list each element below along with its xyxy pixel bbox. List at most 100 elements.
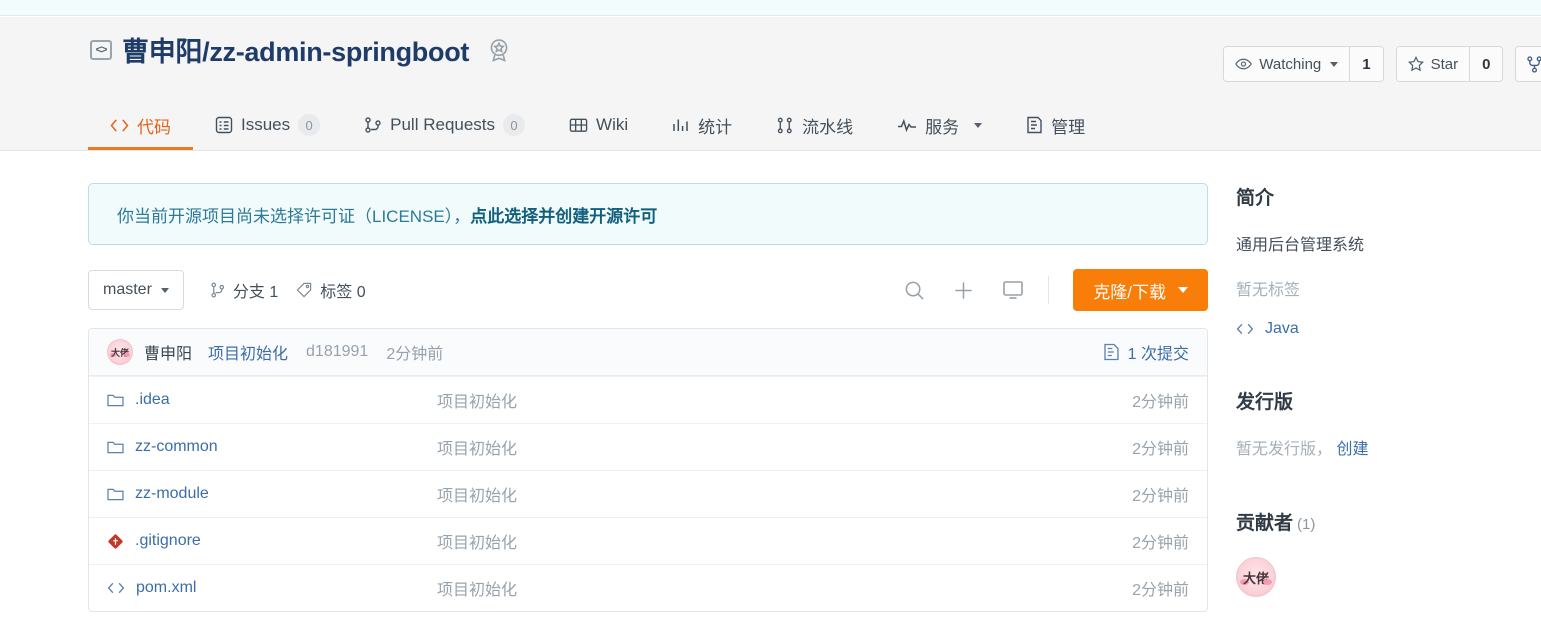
file-time: 2分钟前: [1132, 488, 1189, 505]
issues-icon: [215, 116, 233, 134]
code-icon: [1236, 323, 1254, 335]
file-commit-message: 项目初始化: [437, 582, 518, 599]
fork-button[interactable]: Fo: [1516, 47, 1541, 81]
table-row[interactable]: pom.xml 项目初始化 2分钟前: [89, 564, 1207, 611]
file-name-cell[interactable]: .gitignore: [107, 532, 437, 550]
star-button[interactable]: Star: [1396, 47, 1470, 81]
file-name-cell[interactable]: .idea: [107, 391, 437, 409]
commit-time: 2分钟前: [386, 346, 444, 363]
license-create-link[interactable]: 点此选择并创建开源许可: [470, 202, 657, 227]
page-title[interactable]: 曹申阳/zz-admin-springboot: [122, 30, 469, 69]
file-time: 2分钟前: [1132, 394, 1189, 411]
tab-pull-requests[interactable]: Pull Requests 0: [342, 100, 547, 150]
tab-wiki-label: Wiki: [596, 115, 629, 134]
commit-count-link[interactable]: 1 次提交: [1103, 340, 1189, 364]
folder-icon: [107, 394, 124, 406]
sidebar-about-title: 简介: [1236, 188, 1275, 209]
eye-icon: [1235, 58, 1253, 70]
tab-pull-requests-count: 0: [503, 114, 526, 136]
branch-selector-label: master: [103, 281, 152, 298]
sidebar-language-label: Java: [1265, 320, 1299, 337]
top-accent-strip: [0, 0, 1541, 16]
tab-issues[interactable]: Issues 0: [193, 100, 342, 150]
license-notice-text: 你当前开源项目尚未选择许可证（LICENSE），: [117, 206, 471, 226]
star-label: Star: [1430, 55, 1459, 73]
code-file-icon: [107, 582, 125, 594]
sidebar-language[interactable]: Java: [1236, 320, 1536, 338]
tab-pipeline[interactable]: 流水线: [754, 100, 875, 150]
tab-services[interactable]: 服务: [875, 100, 1004, 150]
star-count[interactable]: 0: [1469, 47, 1503, 81]
plus-icon[interactable]: [953, 280, 974, 301]
file-browser-table: 大佬 曹申阳 项目初始化 d181991 2分钟前 1 次提交 .idea 项目…: [88, 328, 1208, 612]
branches-link[interactable]: 分支 1: [210, 278, 278, 302]
chevron-down-icon: [974, 122, 983, 128]
star-icon: [1407, 56, 1424, 72]
clone-download-label: 克隆/下载: [1093, 282, 1166, 302]
toolbar-divider: [1048, 276, 1050, 304]
commit-message[interactable]: 项目初始化: [208, 340, 288, 364]
fork-button-group[interactable]: Fo: [1515, 46, 1541, 82]
tab-code[interactable]: 代码: [88, 100, 193, 150]
tab-wiki[interactable]: Wiki: [547, 100, 650, 150]
file-commit-message: 项目初始化: [437, 394, 518, 411]
repo-name-text[interactable]: zz-admin-springboot: [209, 37, 469, 67]
tab-issues-count: 0: [298, 114, 321, 136]
file-name[interactable]: zz-module: [135, 485, 209, 503]
avatar[interactable]: 大佬: [1236, 557, 1276, 597]
file-name-cell[interactable]: pom.xml: [107, 579, 437, 597]
tab-statistics[interactable]: 统计: [650, 100, 754, 150]
file-name[interactable]: zz-common: [135, 438, 218, 456]
chart-icon: [673, 119, 688, 131]
repo-sidebar: 简介 通用后台管理系统 暂无标签 Java 发行版 暂无发行版， 创建 贡献者(…: [1236, 183, 1536, 597]
table-row[interactable]: zz-common 项目初始化 2分钟前: [89, 423, 1207, 470]
sidebar-about-text: 通用后台管理系统: [1236, 237, 1365, 254]
repo-nav-tabs: 代码 Issues 0 Pull Requests 0 Wiki 统计 流水线 …: [88, 100, 1107, 151]
file-commit-message: 项目初始化: [437, 441, 518, 458]
file-commit-message: 项目初始化: [437, 535, 518, 552]
pipeline-icon: [777, 117, 792, 133]
tab-manage[interactable]: 管理: [1004, 100, 1107, 150]
branch-icon: [211, 282, 224, 298]
watch-button[interactable]: Watching: [1224, 47, 1350, 81]
tab-manage-label: 管理: [1051, 117, 1086, 137]
sidebar-releases-title: 发行版: [1236, 392, 1294, 413]
code-icon: [110, 118, 129, 132]
tab-pull-requests-label: Pull Requests: [390, 115, 496, 134]
tab-issues-label: Issues: [241, 115, 291, 134]
watch-button-group[interactable]: Watching 1: [1223, 46, 1384, 82]
commit-sha[interactable]: d181991: [306, 343, 368, 361]
chevron-down-icon: [1178, 287, 1188, 293]
file-name[interactable]: pom.xml: [136, 579, 196, 597]
table-row[interactable]: .idea 项目初始化 2分钟前: [89, 376, 1207, 423]
repo-owner[interactable]: 曹申阳: [122, 37, 202, 67]
branches-label: 分支 1: [232, 284, 279, 301]
watch-count[interactable]: 1: [1349, 47, 1383, 81]
avatar[interactable]: 大佬: [107, 339, 133, 365]
search-icon[interactable]: [904, 280, 925, 301]
award-badge-icon: [490, 38, 508, 62]
fork-icon: [1527, 55, 1541, 73]
wiki-icon: [569, 118, 588, 132]
star-button-group[interactable]: Star 0: [1395, 46, 1504, 82]
table-row[interactable]: zz-module 项目初始化 2分钟前: [89, 470, 1207, 517]
file-name[interactable]: .gitignore: [135, 532, 201, 550]
file-name-cell[interactable]: zz-module: [107, 485, 437, 503]
clone-download-button[interactable]: 克隆/下载: [1073, 269, 1208, 311]
branch-selector[interactable]: master: [88, 270, 184, 310]
tags-link[interactable]: 标签 0: [296, 278, 366, 302]
license-notice[interactable]: 你当前开源项目尚未选择许可证（LICENSE）， 点此选择并创建开源许可: [88, 183, 1208, 245]
file-name[interactable]: .idea: [135, 391, 170, 409]
repo-header-actions: Watching 1 Star 0 Fo: [1223, 46, 1541, 82]
sidebar-contributors-title: 贡献者 (1): [1236, 508, 1536, 535]
monitor-icon[interactable]: [1002, 280, 1024, 300]
file-name-cell[interactable]: zz-common: [107, 438, 437, 456]
sidebar-releases-empty-text: 暂无发行版，: [1236, 441, 1333, 458]
sidebar-create-release-link[interactable]: 创建: [1336, 441, 1368, 458]
table-row[interactable]: .gitignore 项目初始化 2分钟前: [89, 517, 1207, 564]
commit-author[interactable]: 曹申阳: [144, 340, 192, 364]
file-time: 2分钟前: [1132, 441, 1189, 458]
tab-pipeline-label: 流水线: [802, 117, 854, 137]
chevron-down-icon: [160, 287, 169, 293]
repo-toolbar: master 分支 1 标签 0 克隆/下载: [88, 268, 1208, 312]
